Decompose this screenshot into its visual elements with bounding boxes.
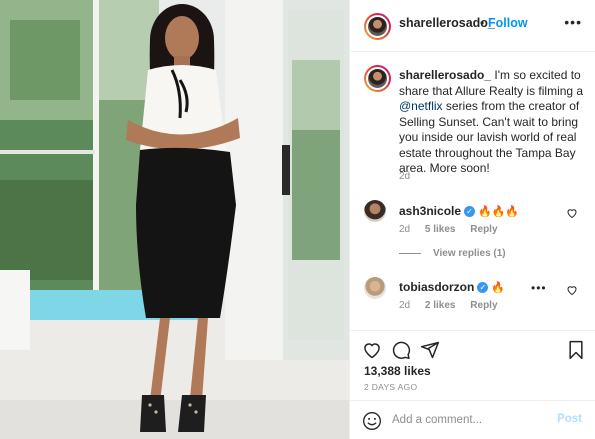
verified-badge-icon: ✓ xyxy=(477,282,489,294)
comment-timestamp[interactable]: 2d xyxy=(399,224,410,235)
comment-meta: 2d 5 likes Reply xyxy=(399,224,510,235)
comment-likes[interactable]: 5 likes xyxy=(425,224,456,235)
follow-button[interactable]: Follow xyxy=(488,16,528,30)
bookmark-icon[interactable] xyxy=(566,340,586,360)
comments-list[interactable]: sharellerosado_ I'm so excited to share … xyxy=(350,53,595,330)
share-icon[interactable] xyxy=(420,340,440,360)
caption-timestamp[interactable]: 2d xyxy=(399,171,410,182)
comment-timestamp[interactable]: 2d xyxy=(399,300,410,311)
post-panel: sharellerosado_ • Follow ••• sharelleros… xyxy=(349,0,595,439)
comment-input[interactable] xyxy=(392,410,542,430)
post-timestamp[interactable]: 2 DAYS AGO xyxy=(364,382,417,392)
heart-icon[interactable] xyxy=(362,340,382,360)
verified-badge-icon: ✓ xyxy=(464,206,476,218)
comment-text: 🔥🔥🔥 xyxy=(478,206,520,219)
comment-header: ash3nicole ✓ 🔥🔥🔥 xyxy=(399,204,519,218)
comment-composer: Post xyxy=(350,400,595,439)
more-options-icon[interactable]: ••• xyxy=(564,14,582,30)
reply-button[interactable]: Reply xyxy=(470,224,497,235)
post-comment-button[interactable]: Post xyxy=(557,413,582,425)
comment-like-heart-icon[interactable] xyxy=(566,284,578,296)
commenter-avatar[interactable] xyxy=(364,200,386,222)
commenter-username[interactable]: ash3nicole xyxy=(399,204,461,218)
comment-options-icon[interactable]: ••• xyxy=(531,281,547,295)
separator-dot: • xyxy=(480,16,485,30)
comment-header: tobiasdorzon ✓ 🔥 xyxy=(399,280,505,294)
commenter-username[interactable]: tobiasdorzon xyxy=(399,280,474,294)
post-header: sharellerosado_ • Follow ••• xyxy=(350,0,595,52)
post-actions: 13,388 likes 2 DAYS AGO xyxy=(350,330,595,410)
comment-item: ash3nicole ✓ 🔥🔥🔥 2d 5 likes Reply View rep… xyxy=(350,198,595,268)
caption-avatar[interactable] xyxy=(364,65,391,92)
post-caption: sharellerosado_ I'm so excited to share … xyxy=(399,68,585,177)
likes-count[interactable]: 13,388 likes xyxy=(364,364,431,378)
reply-button[interactable]: Reply xyxy=(470,300,497,311)
author-avatar[interactable] xyxy=(364,13,391,40)
smiley-icon[interactable] xyxy=(362,411,382,431)
comment-meta: 2d 2 likes Reply xyxy=(399,300,510,311)
commenter-avatar[interactable] xyxy=(364,277,386,299)
comment-text: 🔥 xyxy=(491,282,506,295)
post-photo[interactable] xyxy=(0,0,349,439)
view-replies-button[interactable]: View replies (1) xyxy=(399,248,506,259)
caption-mention-link[interactable]: @netflix xyxy=(399,99,443,113)
comment-like-heart-icon[interactable] xyxy=(566,207,578,219)
caption-username[interactable]: sharellerosado_ xyxy=(399,68,491,82)
comment-likes[interactable]: 2 likes xyxy=(425,300,456,311)
comment-icon[interactable] xyxy=(391,340,411,360)
post-image xyxy=(0,0,349,439)
comment-item: tobiasdorzon ✓ 🔥 2d 2 likes Reply ••• xyxy=(350,275,595,330)
